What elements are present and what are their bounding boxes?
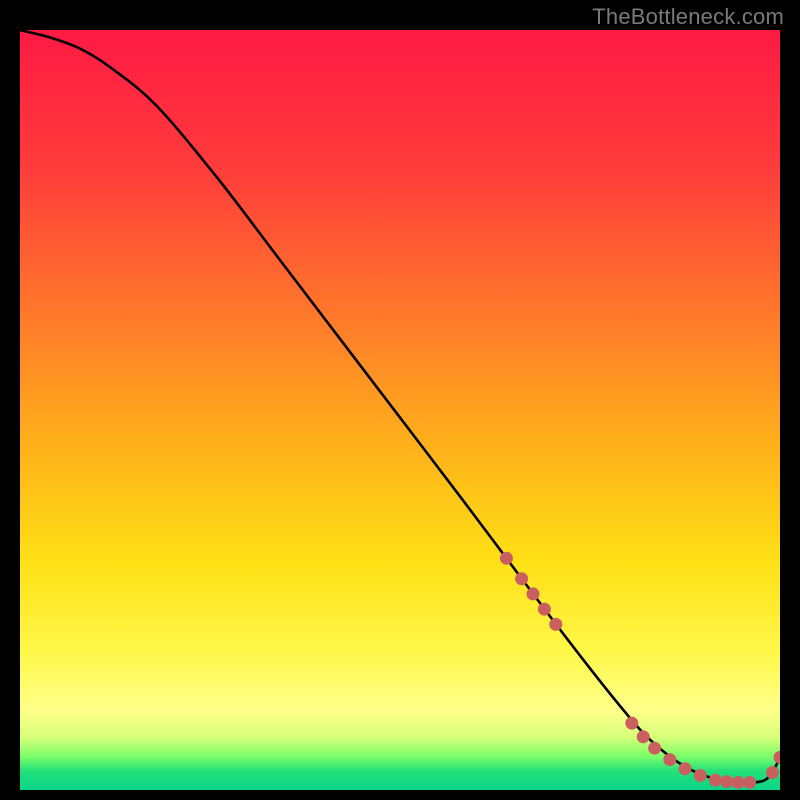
highlight-dot [515,572,528,585]
chart-svg [20,30,780,790]
highlight-dot [549,618,562,631]
highlight-dot [663,753,676,766]
highlight-dot [637,730,650,743]
highlight-dot [709,774,722,787]
gradient-background [20,30,780,790]
highlight-dot [538,603,551,616]
highlight-dot [732,776,745,789]
highlight-dot [720,775,733,788]
highlight-dot [625,717,638,730]
highlight-dot [527,587,540,600]
highlight-dot [694,769,707,782]
highlight-dot [743,776,756,789]
highlight-dot [500,552,513,565]
attribution-label: TheBottleneck.com [592,4,784,30]
plot-area [20,30,780,790]
highlight-dot [766,766,779,779]
highlight-dot [648,742,661,755]
highlight-dot [679,762,692,775]
chart-frame: TheBottleneck.com [0,0,800,800]
